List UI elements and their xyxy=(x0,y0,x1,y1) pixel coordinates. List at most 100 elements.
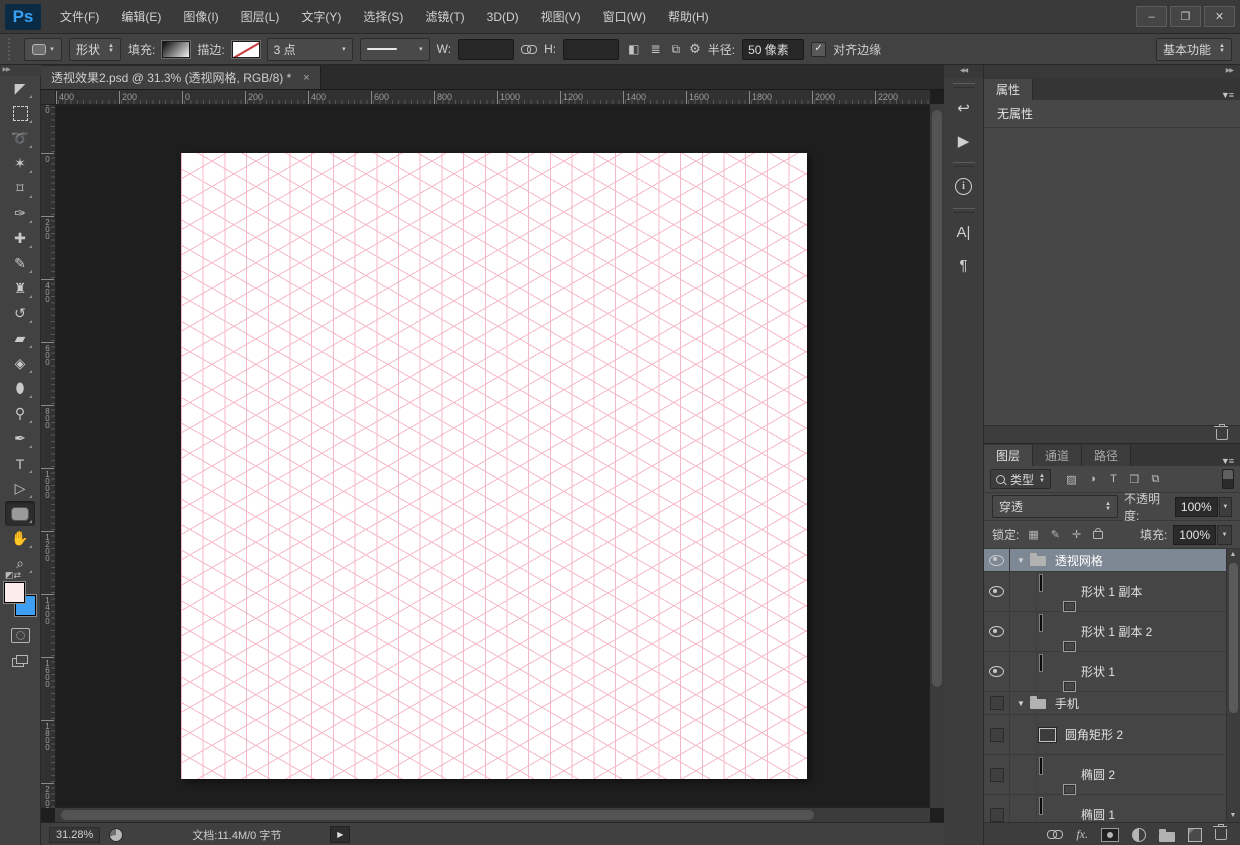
filter-pixel-layers-icon[interactable]: ▨ xyxy=(1062,470,1081,488)
layer-thumbnail[interactable] xyxy=(1039,756,1076,795)
document-tab[interactable]: 透视效果2.psd @ 31.3% (透视网格, RGB/8) * × xyxy=(41,66,321,89)
lock-position-icon[interactable]: ✛ xyxy=(1069,528,1084,541)
path-operations-icon[interactable]: ◧ xyxy=(626,42,641,56)
layer-row[interactable]: 形状 1 xyxy=(984,652,1240,692)
eye-icon[interactable] xyxy=(989,666,1004,677)
eyedropper-tool[interactable]: ✑ xyxy=(5,201,35,226)
trash-icon[interactable] xyxy=(1214,424,1228,440)
layer-row[interactable]: 椭圆 2 xyxy=(984,755,1240,795)
history-brush-tool[interactable]: ↺ xyxy=(5,301,35,326)
vertical-scrollbar[interactable] xyxy=(929,104,944,808)
visibility-toggle[interactable] xyxy=(984,549,1010,571)
visibility-toggle[interactable] xyxy=(984,715,1010,754)
path-arrangement-icon[interactable]: ⧉ xyxy=(670,42,683,57)
layer-thumbnail[interactable] xyxy=(1039,573,1076,612)
link-layers-icon[interactable] xyxy=(1047,830,1064,839)
screen-mode-icon[interactable] xyxy=(12,655,28,667)
scroll-down-icon[interactable]: ▼ xyxy=(1227,810,1239,822)
opacity-value[interactable]: 100% xyxy=(1174,496,1218,517)
horizontal-scrollbar[interactable] xyxy=(55,807,930,822)
new-group-icon[interactable] xyxy=(1159,828,1175,842)
blur-tool[interactable]: ⬮ xyxy=(5,376,35,401)
lock-paint-icon[interactable]: ✎ xyxy=(1048,528,1063,541)
path-selection-tool[interactable]: ▷ xyxy=(5,476,35,501)
rectangular-marquee-tool[interactable] xyxy=(5,101,35,126)
panel-menu-icon[interactable]: ▼≡ xyxy=(1221,90,1234,100)
hidden-checkbox[interactable] xyxy=(989,696,1004,710)
layer-style-icon[interactable]: fx. xyxy=(1076,827,1088,842)
visibility-toggle[interactable] xyxy=(984,612,1010,651)
fill-opacity-value[interactable]: 100% xyxy=(1173,524,1216,545)
tab-图层[interactable]: 图层 xyxy=(984,445,1034,466)
hidden-checkbox[interactable] xyxy=(989,807,1004,822)
tool-preset-picker[interactable]: ▾ xyxy=(24,37,62,61)
document-canvas[interactable] xyxy=(181,153,807,779)
filter-type-layers-icon[interactable]: T xyxy=(1104,470,1123,488)
shape-width-input[interactable] xyxy=(458,38,515,60)
dodge-tool[interactable]: ⚲ xyxy=(5,401,35,426)
expand-triangle-icon[interactable]: ▼ xyxy=(1017,556,1025,565)
path-alignment-icon[interactable]: ≣ xyxy=(648,42,662,56)
scroll-up-icon[interactable]: ▲ xyxy=(1227,549,1239,561)
filter-shape-layers-icon[interactable]: ❒ xyxy=(1125,470,1144,488)
menu-item-3[interactable]: 图层(L) xyxy=(230,1,291,33)
layer-row[interactable]: ▼ 手机 xyxy=(984,692,1240,715)
stroke-swatch[interactable] xyxy=(230,39,261,59)
paragraph-panel-icon[interactable]: ¶ xyxy=(947,249,980,282)
zoom-level-field[interactable]: 31.28% xyxy=(49,826,101,843)
chevron-down-icon[interactable]: ▼ xyxy=(1218,496,1232,517)
history-panel-icon[interactable]: ↩ xyxy=(947,91,980,124)
layer-row[interactable]: 形状 1 副本 xyxy=(984,572,1240,612)
layer-thumbnail[interactable] xyxy=(1039,796,1072,823)
menu-item-10[interactable]: 帮助(H) xyxy=(657,1,720,33)
stroke-type-select[interactable]: ▾ xyxy=(359,37,430,61)
lasso-tool[interactable]: ➰ xyxy=(5,126,35,151)
adjustment-layer-icon[interactable] xyxy=(1132,827,1146,842)
expand-triangle-icon[interactable]: ▼ xyxy=(1017,699,1025,708)
layer-row[interactable]: 圆角矩形 2 xyxy=(984,715,1240,755)
tab-路径[interactable]: 路径 xyxy=(1082,445,1132,466)
add-mask-icon[interactable] xyxy=(1101,827,1119,842)
align-edges-checkbox[interactable]: ✓ xyxy=(811,41,827,57)
status-options-arrow[interactable]: ▶ xyxy=(330,826,351,843)
chevron-down-icon[interactable]: ▼ xyxy=(1217,524,1232,545)
blend-mode-select[interactable]: 穿透 ▲ ▼ xyxy=(992,495,1118,518)
layers-scrollbar[interactable]: ▲ ▼ xyxy=(1226,549,1240,822)
delete-layer-icon[interactable] xyxy=(1213,824,1227,840)
tools-collapse-icon[interactable]: ▶▶ xyxy=(0,65,43,76)
crop-tool[interactable]: ⌑ xyxy=(5,176,35,201)
lock-transparency-icon[interactable]: ▦ xyxy=(1025,528,1041,541)
filter-toggle-switch[interactable] xyxy=(1222,469,1234,489)
foreground-color-swatch[interactable] xyxy=(3,581,26,604)
close-button[interactable]: ✕ xyxy=(1204,6,1235,27)
visibility-toggle[interactable] xyxy=(984,652,1010,691)
layer-row[interactable]: 椭圆 1 xyxy=(984,795,1240,822)
new-layer-icon[interactable] xyxy=(1188,827,1202,842)
menu-item-5[interactable]: 选择(S) xyxy=(352,1,414,33)
quick-mask-icon[interactable] xyxy=(10,628,30,643)
filter-kind-select[interactable]: 类型 ▲ ▼ xyxy=(990,469,1051,489)
pen-tool[interactable]: ✒ xyxy=(5,426,35,451)
panels-collapse-icon[interactable]: ◀◀ xyxy=(944,65,983,78)
menu-item-9[interactable]: 窗口(W) xyxy=(592,1,657,33)
swap-colors-icon[interactable]: ◩⇄ xyxy=(5,570,21,581)
quick-selection-tool[interactable]: ✶ xyxy=(5,151,35,176)
horizontal-scrollbar-thumb[interactable] xyxy=(61,810,814,820)
panels-expand-icon[interactable]: ▶▶ xyxy=(984,65,1240,78)
link-dimensions-icon[interactable] xyxy=(521,44,538,54)
layer-thumbnail[interactable] xyxy=(1039,653,1076,692)
brush-tool[interactable]: ✎ xyxy=(5,251,35,276)
rounded-rectangle-tool[interactable] xyxy=(5,501,35,526)
tab-通道[interactable]: 通道 xyxy=(1033,445,1083,466)
visibility-toggle[interactable] xyxy=(984,795,1010,822)
minimize-button[interactable]: – xyxy=(1136,6,1167,27)
fill-swatch[interactable] xyxy=(161,39,192,59)
menu-item-1[interactable]: 编辑(E) xyxy=(110,1,172,33)
panel-menu-icon[interactable]: ▼≡ xyxy=(1221,456,1234,466)
menu-item-2[interactable]: 图像(I) xyxy=(172,1,229,33)
eye-icon[interactable] xyxy=(989,626,1004,637)
eraser-tool[interactable]: ▰ xyxy=(5,326,35,351)
visibility-toggle[interactable] xyxy=(984,572,1010,611)
radius-input[interactable]: 50 像素 xyxy=(742,38,805,60)
shape-height-input[interactable] xyxy=(563,38,620,60)
